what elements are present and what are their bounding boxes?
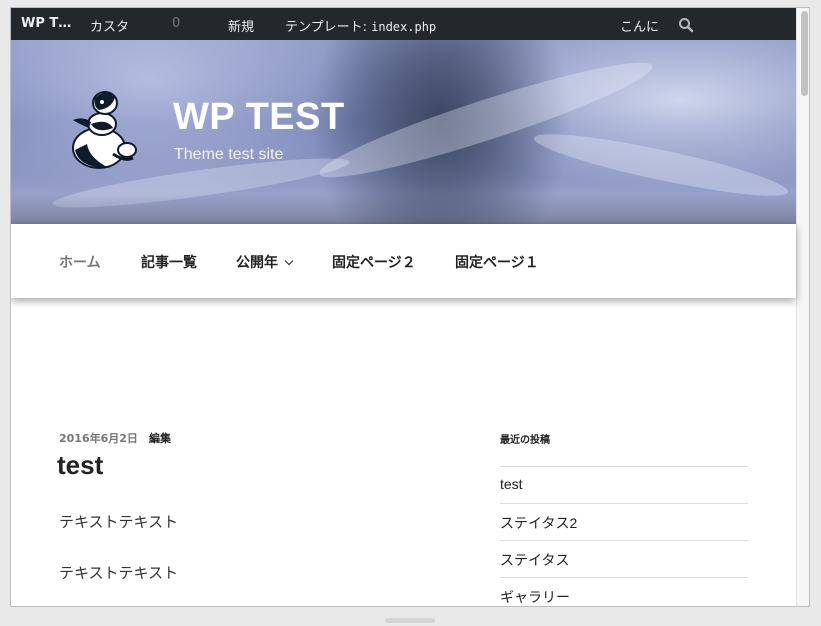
post-paragraph: テキストテキスト xyxy=(59,564,179,582)
admin-bar-site-name[interactable]: WP T… xyxy=(21,16,71,31)
admin-bar-comments-count[interactable]: 0 xyxy=(172,16,180,31)
content-area: 2016年6月2日 編集 test テキストテキスト テキストテキスト 最近の投… xyxy=(11,298,796,606)
admin-bar-howdy[interactable]: こんに xyxy=(620,16,659,35)
admin-bar-new[interactable]: 新規 xyxy=(228,16,254,35)
recent-post-link[interactable]: ステイタス2 xyxy=(500,503,748,540)
scrollbar-thumb[interactable] xyxy=(801,11,808,96)
admin-bar: WP T… カスタ 0 新規 テンプレート: index.php こんに xyxy=(11,8,796,40)
recent-posts-list: test ステイタス2 ステイタス ギャラリー xyxy=(500,466,748,606)
template-label: テンプレート: xyxy=(285,20,372,35)
post-paragraph: テキストテキスト xyxy=(59,513,179,531)
admin-bar-customize[interactable]: カスタ xyxy=(90,16,129,35)
post-title[interactable]: test xyxy=(57,450,103,481)
nav-item-year-label: 公開年 xyxy=(236,255,278,271)
browser-window: WP T… カスタ 0 新規 テンプレート: index.php こんに WP … xyxy=(10,7,810,607)
recent-post-link[interactable]: ステイタス xyxy=(500,540,748,577)
template-file: index.php xyxy=(371,20,437,34)
header-shade xyxy=(11,194,796,224)
nav-item-page2[interactable]: 固定ページ２ xyxy=(332,252,416,272)
nav-item-page1[interactable]: 固定ページ１ xyxy=(455,252,539,272)
chevron-down-icon[interactable] xyxy=(284,256,294,266)
nav-item-home[interactable]: ホーム xyxy=(59,252,101,272)
site-title[interactable]: WP TEST xyxy=(173,96,345,139)
admin-bar-template[interactable]: テンプレート: index.php xyxy=(285,16,436,35)
recent-post-link[interactable]: ギャラリー xyxy=(500,577,748,606)
nav-item-year[interactable]: 公開年 xyxy=(236,252,294,272)
nav-item-posts[interactable]: 記事一覧 xyxy=(141,252,197,272)
header-cloud xyxy=(313,46,659,194)
recent-posts-title: 最近の投稿 xyxy=(500,435,550,446)
vertical-scrollbar[interactable] xyxy=(796,8,809,606)
search-icon[interactable] xyxy=(678,17,694,33)
post-edit-link[interactable]: 編集 xyxy=(149,430,171,446)
site-description: Theme test site xyxy=(174,146,284,163)
post-date[interactable]: 2016年6月2日 xyxy=(59,430,138,446)
main-navigation: ホーム 記事一覧 公開年 固定ページ２ 固定ページ１ xyxy=(11,224,796,298)
recent-post-link[interactable]: test xyxy=(500,466,748,503)
site-header: WP TEST Theme test site xyxy=(11,40,796,224)
resize-handle[interactable] xyxy=(385,618,435,623)
snowman-logo-icon[interactable] xyxy=(69,88,139,170)
